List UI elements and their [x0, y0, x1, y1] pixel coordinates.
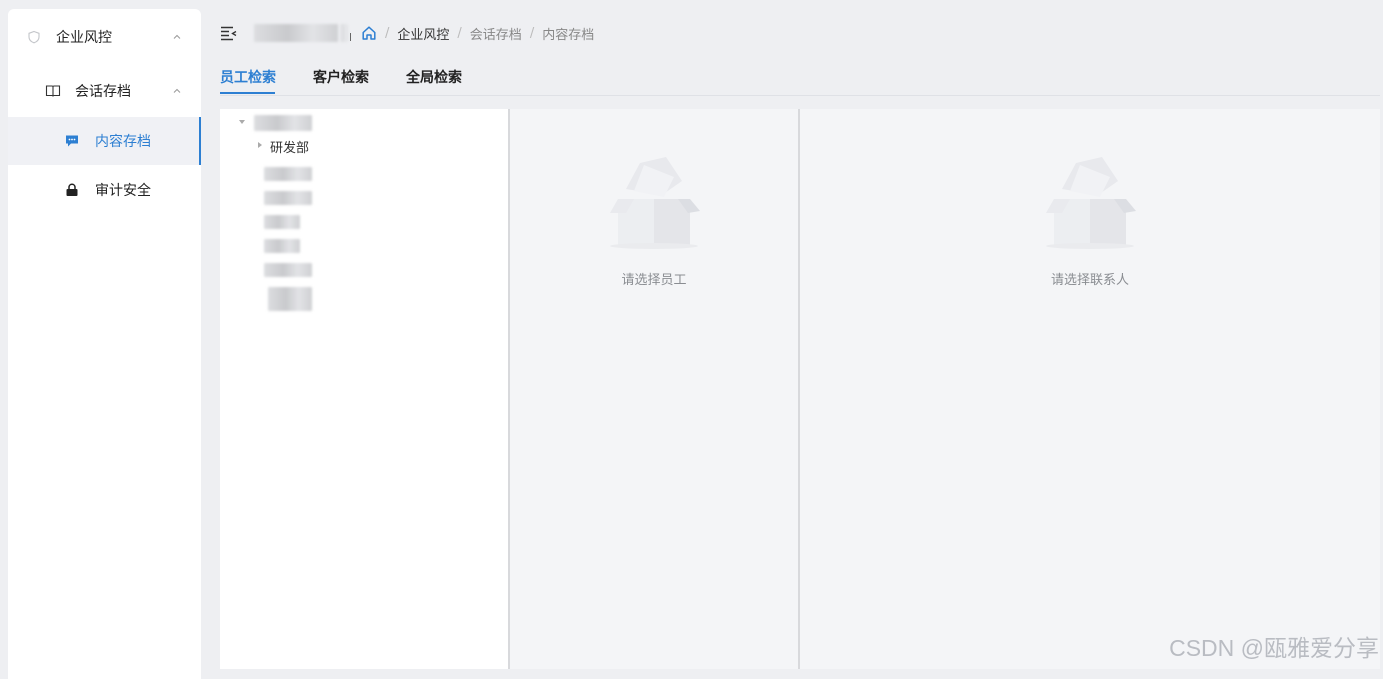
breadcrumb-item-session-archive[interactable]: 会话存档 — [470, 24, 522, 43]
sidebar-item-label: 内容存档 — [95, 134, 151, 150]
breadcrumb-item-enterprise-risk[interactable]: 企业风控 — [397, 24, 449, 43]
tree-node-redacted[interactable] — [264, 263, 312, 277]
tree-node-redacted[interactable] — [264, 191, 312, 205]
sidebar-item-label: 审计安全 — [95, 183, 151, 199]
sidebar-item-content-archive[interactable]: 内容存档 — [8, 117, 201, 165]
chat-icon — [64, 133, 80, 149]
tree-node-redacted[interactable] — [264, 239, 300, 253]
breadcrumb-separator: / — [529, 25, 535, 41]
empty-state: 请选择联系人 — [800, 151, 1380, 288]
active-tab-indicator — [220, 92, 275, 94]
empty-state: 请选择员工 — [510, 151, 798, 288]
tab-global-search[interactable]: 全局检索 — [406, 67, 462, 87]
chevron-up-icon — [171, 85, 183, 97]
lock-icon — [64, 182, 80, 198]
sidebar-item-label: 会话存档 — [75, 84, 131, 100]
chevron-up-icon — [171, 31, 183, 43]
empty-state-text: 请选择员工 — [621, 273, 687, 288]
tab-customer-search[interactable]: 客户检索 — [313, 67, 369, 87]
watermark: CSDN @瓯雅爱分享 — [1169, 635, 1379, 661]
header-divider — [350, 33, 351, 41]
employee-panel: 请选择员工 — [510, 109, 798, 669]
sidebar-item-enterprise-risk[interactable]: 企业风控 — [8, 23, 201, 51]
org-tree-panel: 研发部 — [220, 109, 508, 669]
breadcrumb-item-content-archive: 内容存档 — [542, 27, 595, 43]
menu-fold-icon[interactable] — [220, 24, 238, 42]
tab-employee-search[interactable]: 员工检索 — [220, 67, 276, 87]
empty-box-icon — [610, 157, 700, 249]
redacted — [340, 24, 348, 42]
sidebar-item-audit-security[interactable]: 审计安全 — [8, 176, 201, 204]
header-bar: / 企业风控 / 会话存档 / 内容存档 — [220, 18, 594, 48]
tree-node-redacted[interactable] — [264, 215, 300, 229]
tree-root-redacted[interactable] — [254, 115, 312, 131]
tree-node-redacted[interactable] — [268, 287, 312, 311]
empty-state-text: 请选择联系人 — [1050, 273, 1129, 288]
company-name-redacted — [254, 24, 338, 42]
breadcrumb-separator: / — [385, 25, 390, 41]
home-icon[interactable] — [361, 25, 377, 41]
sidebar-item-label: 企业风控 — [56, 30, 112, 46]
empty-box-icon — [1046, 157, 1136, 249]
contact-panel: 请选择联系人 — [800, 109, 1380, 669]
caret-right-icon[interactable] — [258, 142, 262, 148]
tree-node-redacted[interactable] — [264, 167, 312, 181]
shield-icon — [26, 29, 42, 45]
sidebar-item-session-archive[interactable]: 会话存档 — [8, 77, 201, 105]
breadcrumb-separator: / — [457, 25, 462, 41]
caret-down-icon[interactable] — [239, 120, 245, 124]
tree-node-rnd[interactable]: 研发部 — [270, 137, 309, 156]
tab-bar: 员工检索 客户检索 全局检索 — [220, 62, 1380, 96]
book-icon — [45, 83, 61, 99]
sidebar: 企业风控 会话存档 内容存档 审计安全 — [8, 9, 201, 679]
